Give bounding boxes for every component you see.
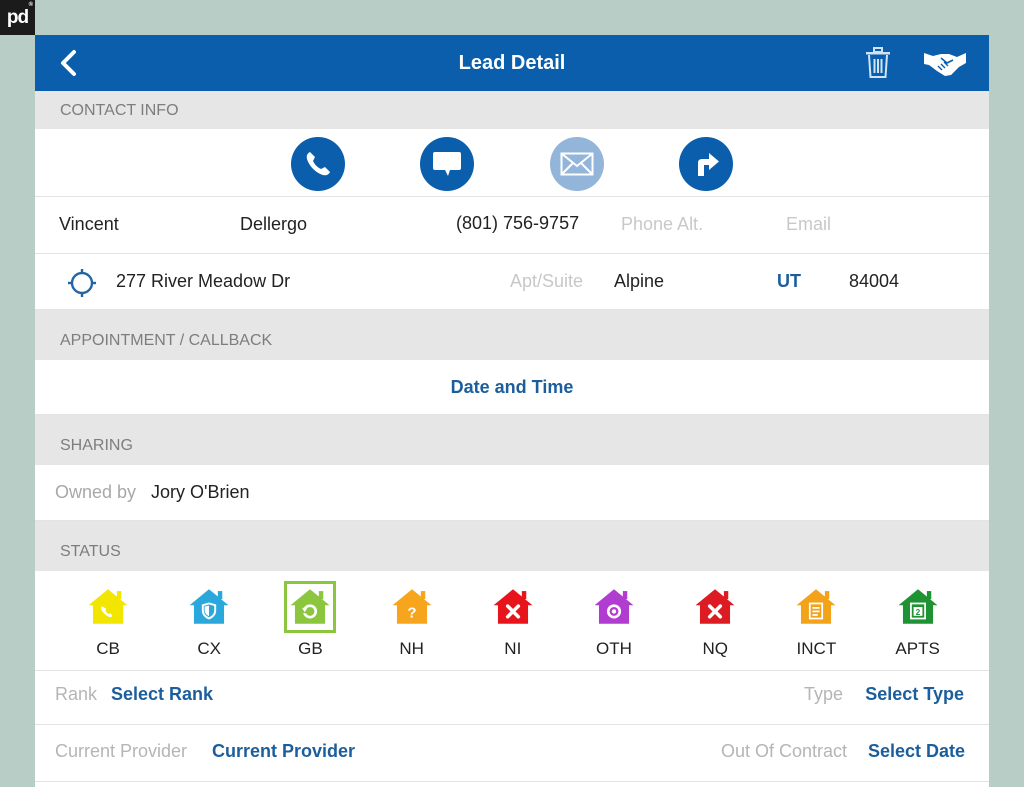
sharing-header: SHARING <box>35 415 989 465</box>
owned-by-row: Owned by Jory O'Brien <box>35 465 989 521</box>
status-option-cx[interactable]: CX <box>179 581 239 659</box>
house-icon <box>183 581 235 633</box>
phone-icon <box>306 152 330 176</box>
svg-text:?: ? <box>407 605 416 622</box>
chat-bubble-icon <box>433 152 461 176</box>
status-option-label: CB <box>96 639 120 658</box>
call-button[interactable] <box>291 137 345 191</box>
date-time-button[interactable]: Date and Time <box>451 377 574 398</box>
locate-button[interactable] <box>66 267 98 304</box>
house-icon: ? <box>386 581 438 633</box>
rank-type-row: Rank Select Rank Type Select Type <box>35 671 989 725</box>
status-option-label: INCT <box>796 639 837 658</box>
first-name-field[interactable]: Vincent <box>59 214 119 235</box>
type-selector[interactable]: Select Type <box>865 684 964 705</box>
apt-suite-field[interactable]: Apt/Suite <box>510 271 583 292</box>
back-button[interactable] <box>57 49 81 77</box>
house-icon <box>82 581 134 633</box>
turn-right-arrow-icon <box>698 153 719 176</box>
status-option-oth[interactable]: OTH <box>584 581 644 659</box>
status-option-label: NI <box>504 639 522 658</box>
house-icon <box>588 581 640 633</box>
section-title: CONTACT INFO <box>60 102 179 119</box>
provider-contract-row: Current Provider Current Provider Out Of… <box>35 725 989 782</box>
message-button[interactable] <box>420 137 474 191</box>
lead-detail-panel: Lead Detail CONTACT INFO Vincent Dellerg… <box>35 35 989 787</box>
phone-field[interactable]: (801) 756-9757 <box>456 213 579 234</box>
contact-info-header: CONTACT INFO <box>35 91 989 129</box>
logo-text: pd <box>6 6 29 28</box>
status-picker: CB CX GB? NH NI OTH NQ INCT 2 APTS <box>35 571 989 671</box>
convert-lead-button[interactable] <box>923 49 967 77</box>
house-icon <box>284 581 337 633</box>
status-option-gb[interactable]: GB <box>280 581 340 659</box>
appointment-header: APPOINTMENT / CALLBACK <box>35 310 989 360</box>
email-button[interactable] <box>550 137 604 191</box>
directions-button[interactable] <box>679 137 733 191</box>
house-icon <box>790 581 842 633</box>
logo-registered-mark: ® <box>28 2 34 8</box>
type-label: Type <box>803 684 843 704</box>
status-option-nq[interactable]: NQ <box>685 581 745 659</box>
street-address-field[interactable]: 277 River Meadow Dr <box>116 271 290 292</box>
house-icon: 2 <box>892 581 944 633</box>
appointment-row: Date and Time <box>35 360 989 415</box>
chevron-left-icon <box>61 50 76 76</box>
current-provider-label: Current Provider <box>55 741 188 761</box>
status-option-label: GB <box>298 639 323 658</box>
page-title: Lead Detail <box>458 51 566 74</box>
house-icon <box>487 581 539 633</box>
status-header: STATUS <box>35 521 989 571</box>
rank-selector[interactable]: Select Rank <box>111 684 213 705</box>
house-icon <box>689 581 741 633</box>
owner-name[interactable]: Jory O'Brien <box>151 482 249 503</box>
owned-by-label: Owned by <box>55 482 137 502</box>
rank-label: Rank <box>55 684 98 704</box>
status-option-nh[interactable]: ? NH <box>382 581 442 659</box>
status-option-label: APTS <box>895 639 940 658</box>
contact-actions-row <box>35 129 989 197</box>
status-option-ni[interactable]: NI <box>483 581 543 659</box>
city-field[interactable]: Alpine <box>614 271 664 292</box>
status-option-label: NH <box>399 639 424 658</box>
status-option-label: NQ <box>702 639 728 658</box>
section-title: SHARING <box>60 437 133 454</box>
status-option-apts[interactable]: 2 APTS <box>888 581 948 659</box>
phone-alt-field[interactable]: Phone Alt. <box>621 214 703 235</box>
section-title: STATUS <box>60 543 121 560</box>
crosshair-icon <box>68 269 96 297</box>
out-of-contract-selector[interactable]: Select Date <box>868 741 965 762</box>
status-option-inct[interactable]: INCT <box>786 581 846 659</box>
navbar: Lead Detail <box>35 35 989 91</box>
out-of-contract-label: Out Of Contract <box>720 741 847 761</box>
status-option-cb[interactable]: CB <box>78 581 138 659</box>
current-provider-selector[interactable]: Current Provider <box>212 741 355 762</box>
state-selector[interactable]: UT <box>777 271 801 292</box>
status-option-label: OTH <box>596 639 632 658</box>
status-option-label: CX <box>197 639 221 658</box>
svg-text:2: 2 <box>915 608 920 617</box>
name-phone-row: Vincent Dellergo (801) 756-9757 Phone Al… <box>35 197 989 254</box>
envelope-icon <box>560 152 594 176</box>
email-field[interactable]: Email <box>786 214 831 235</box>
delete-lead-button[interactable] <box>865 47 891 79</box>
trash-icon <box>866 47 890 78</box>
zip-field[interactable]: 84004 <box>849 271 899 292</box>
section-title: APPOINTMENT / CALLBACK <box>60 332 273 349</box>
handshake-icon <box>924 53 966 76</box>
last-name-field[interactable]: Dellergo <box>240 214 307 235</box>
app-logo: pd ® <box>0 0 35 35</box>
address-row: 277 River Meadow Dr Apt/Suite Alpine UT … <box>35 254 989 310</box>
